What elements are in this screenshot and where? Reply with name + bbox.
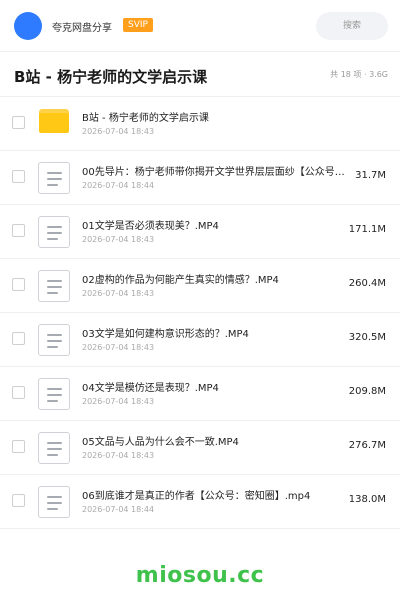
select-checkbox[interactable]	[12, 170, 25, 183]
avatar[interactable]	[14, 12, 42, 40]
item-name: 02虚构的作品为何能产生真实的情感？.MP4	[82, 275, 279, 286]
list-item[interactable]: 04文学是模仿还是表现？.MP4 2026-07-04 18:43 209.8M	[0, 367, 400, 421]
list-item[interactable]: 03文学是如何建构意识形态的？.MP4 2026-07-04 18:43 320…	[0, 313, 400, 367]
item-name: 06到底谁才是真正的作者【公众号：密知圈】.mp4	[82, 491, 311, 502]
item-name: 00先导片：杨宁老师带你揭开文学世界层层面纱【公众号：密知圈】.mp4	[82, 167, 354, 178]
watermark: miosou.cc	[135, 563, 265, 588]
item-name: 01文学是否必须表现美？.MP4	[82, 221, 219, 232]
item-name: 04文学是模仿还是表现？.MP4	[82, 383, 219, 394]
list-item[interactable]: 00先导片：杨宁老师带你揭开文学世界层层面纱【公众号：密知圈】.mp4 2026…	[0, 151, 400, 205]
document-icon	[38, 270, 70, 302]
document-icon	[38, 486, 70, 518]
item-date: 2026-07-04 18:43	[82, 289, 155, 298]
document-icon	[38, 162, 70, 194]
list-item[interactable]: 06到底谁才是真正的作者【公众号：密知圈】.mp4 2026-07-04 18:…	[0, 475, 400, 529]
item-name: 05文品与人品为什么会不一致.MP4	[82, 437, 239, 448]
search-input[interactable]: 搜索	[316, 12, 388, 40]
item-size: 276.7M	[348, 440, 386, 451]
folder-title-bar: B站 - 杨宁老师的文学启示课 共 18 项 · 3.6G	[0, 53, 400, 97]
item-name: B站 - 杨宁老师的文学启示课	[82, 113, 209, 124]
item-size: 260.4M	[348, 278, 386, 289]
list-item[interactable]: 02虚构的作品为何能产生真实的情感？.MP4 2026-07-04 18:43 …	[0, 259, 400, 313]
folder-icon	[39, 109, 69, 133]
document-icon	[38, 432, 70, 464]
document-icon	[38, 378, 70, 410]
select-checkbox[interactable]	[12, 278, 25, 291]
item-date: 2026-07-04 18:43	[82, 397, 155, 406]
item-date: 2026-07-04 18:43	[82, 235, 155, 244]
document-icon	[38, 324, 70, 356]
item-date: 2026-07-04 18:44	[82, 181, 155, 190]
svip-badge: SVIP	[123, 18, 153, 32]
item-date: 2026-07-04 18:43	[82, 343, 155, 352]
select-checkbox[interactable]	[12, 332, 25, 345]
list-item-folder[interactable]: B站 - 杨宁老师的文学启示课 2026-07-04 18:43	[0, 97, 400, 151]
list-item[interactable]: 01文学是否必须表现美？.MP4 2026-07-04 18:43 171.1M	[0, 205, 400, 259]
item-size: 138.0M	[348, 494, 386, 505]
select-checkbox[interactable]	[12, 440, 25, 453]
list-item[interactable]: 05文品与人品为什么会不一致.MP4 2026-07-04 18:43 276.…	[0, 421, 400, 475]
file-list: B站 - 杨宁老师的文学启示课 2026-07-04 18:43 00先导片：杨…	[0, 97, 400, 529]
item-date: 2026-07-04 18:43	[82, 127, 155, 136]
item-size: 171.1M	[348, 224, 386, 235]
item-date: 2026-07-04 18:43	[82, 451, 155, 460]
item-size: 209.8M	[348, 386, 386, 397]
folder-meta: 共 18 项 · 3.6G	[330, 70, 388, 79]
select-checkbox[interactable]	[12, 494, 25, 507]
select-checkbox[interactable]	[12, 116, 25, 129]
app-header: 夸克网盘分享 SVIP 搜索	[0, 0, 400, 52]
share-username: 夸克网盘分享	[52, 23, 112, 34]
item-size: 31.7M	[355, 170, 386, 181]
item-date: 2026-07-04 18:44	[82, 505, 155, 514]
item-name: 03文学是如何建构意识形态的？.MP4	[82, 329, 249, 340]
select-checkbox[interactable]	[12, 224, 25, 237]
document-icon	[38, 216, 70, 248]
select-checkbox[interactable]	[12, 386, 25, 399]
item-size: 320.5M	[348, 332, 386, 343]
page-title: B站 - 杨宁老师的文学启示课	[14, 68, 208, 86]
